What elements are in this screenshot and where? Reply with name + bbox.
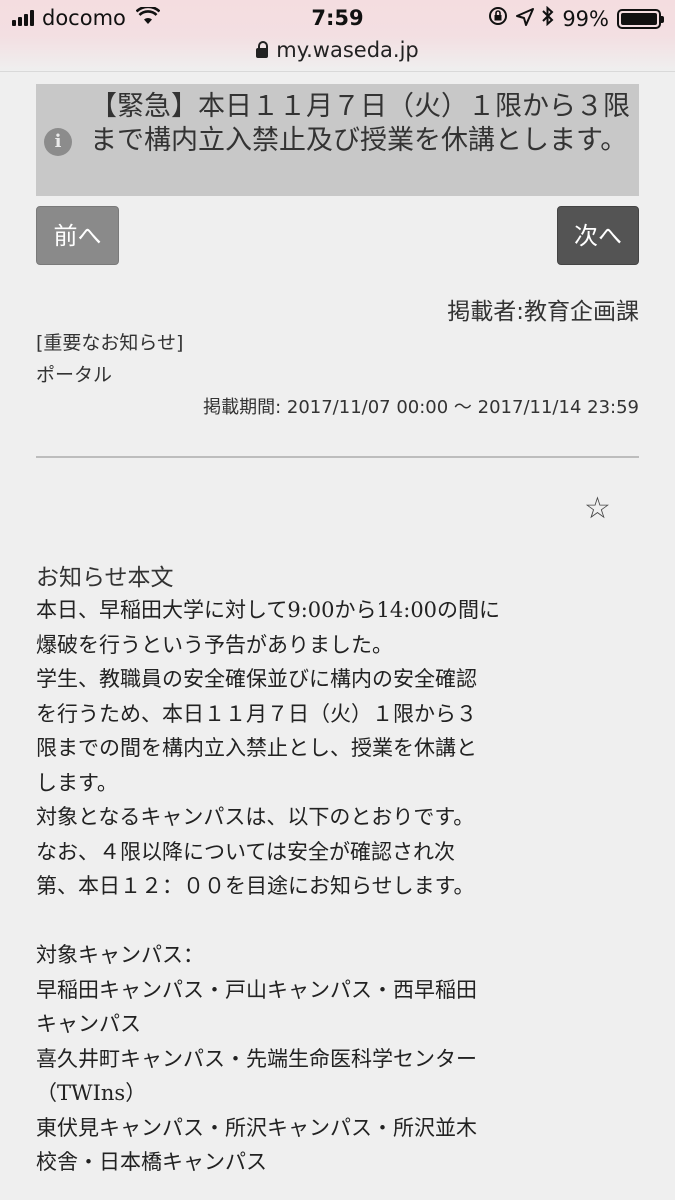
star-icon[interactable]: ☆ [584,494,611,524]
alert-text: 【緊急】本日１１月７日（火）１限から３限まで構内立入禁止及び授業を休講とします。 [90,91,630,156]
body-line: を行うため、本日１１月７日（火）１限から３ [36,701,477,726]
publication-period: 掲載期間: 2017/11/07 00:00 〜 2017/11/14 23:5… [203,397,639,418]
body-line: 早稲田キャンパス・戸山キャンパス・西早稲田 [36,977,477,1002]
url-text[interactable]: my.waseda.jp [276,38,419,62]
location-icon [516,7,535,31]
divider [36,456,639,458]
body-line: 限までの間を構内立入禁止とし、授業を休講と [36,736,477,760]
status-bar: docomo 7:59 99% [0,0,675,36]
battery-fill [621,12,657,25]
body-line: 喜久井町キャンパス・先端生命医科学センター [36,1046,477,1071]
portal-label: ポータル [36,364,113,386]
address-bar[interactable]: my.waseda.jp [0,36,675,72]
battery-percent: 99% [562,6,609,31]
notice-body: 本日、早稲田大学に対して9:00から14:00の間に 爆破を行うという予告がありま… [36,593,536,1180]
body-line: 本日、早稲田大学に対して9:00から14:00の間に [36,598,501,622]
body-line: なお、４限以降については安全が確認され次 [36,839,455,864]
category-label: [重要なお知らせ] [36,332,184,354]
bluetooth-icon [542,5,554,31]
lock-icon [256,41,269,58]
body-line: 学生、教職員の安全確保並びに構内の安全確認 [36,667,477,691]
battery-icon [617,8,664,29]
body-line: 第、本日１２：００を目途にお知らせします。 [36,874,475,898]
body-line: 対象キャンパス： [36,943,204,967]
body-line: 東伏見キャンパス・所沢キャンパス・所沢並木 [36,1115,477,1140]
body-line [36,904,536,939]
info-icon: i [44,128,72,156]
next-button[interactable]: 次へ [557,206,639,265]
body-line: （TWIns） [36,1081,147,1105]
body-line: 対象となるキャンパスは、以下のとおりです。 [36,805,475,829]
author-label: 掲載者:教育企画課 [447,299,639,325]
rotation-lock-icon [488,6,508,31]
body-heading: お知らせ本文 [36,565,174,591]
body-line: 爆破を行うという予告がありました。 [36,632,393,657]
body-line: 校舎・日本橋キャンパス [36,1150,267,1174]
body-line: します。 [36,770,118,795]
prev-button[interactable]: 前へ [36,206,119,265]
status-right: 99% [488,5,664,31]
emergency-alert-banner: i 【緊急】本日１１月７日（火）１限から３限まで構内立入禁止及び授業を休講としま… [36,84,639,196]
body-line: キャンパス [36,1012,141,1036]
